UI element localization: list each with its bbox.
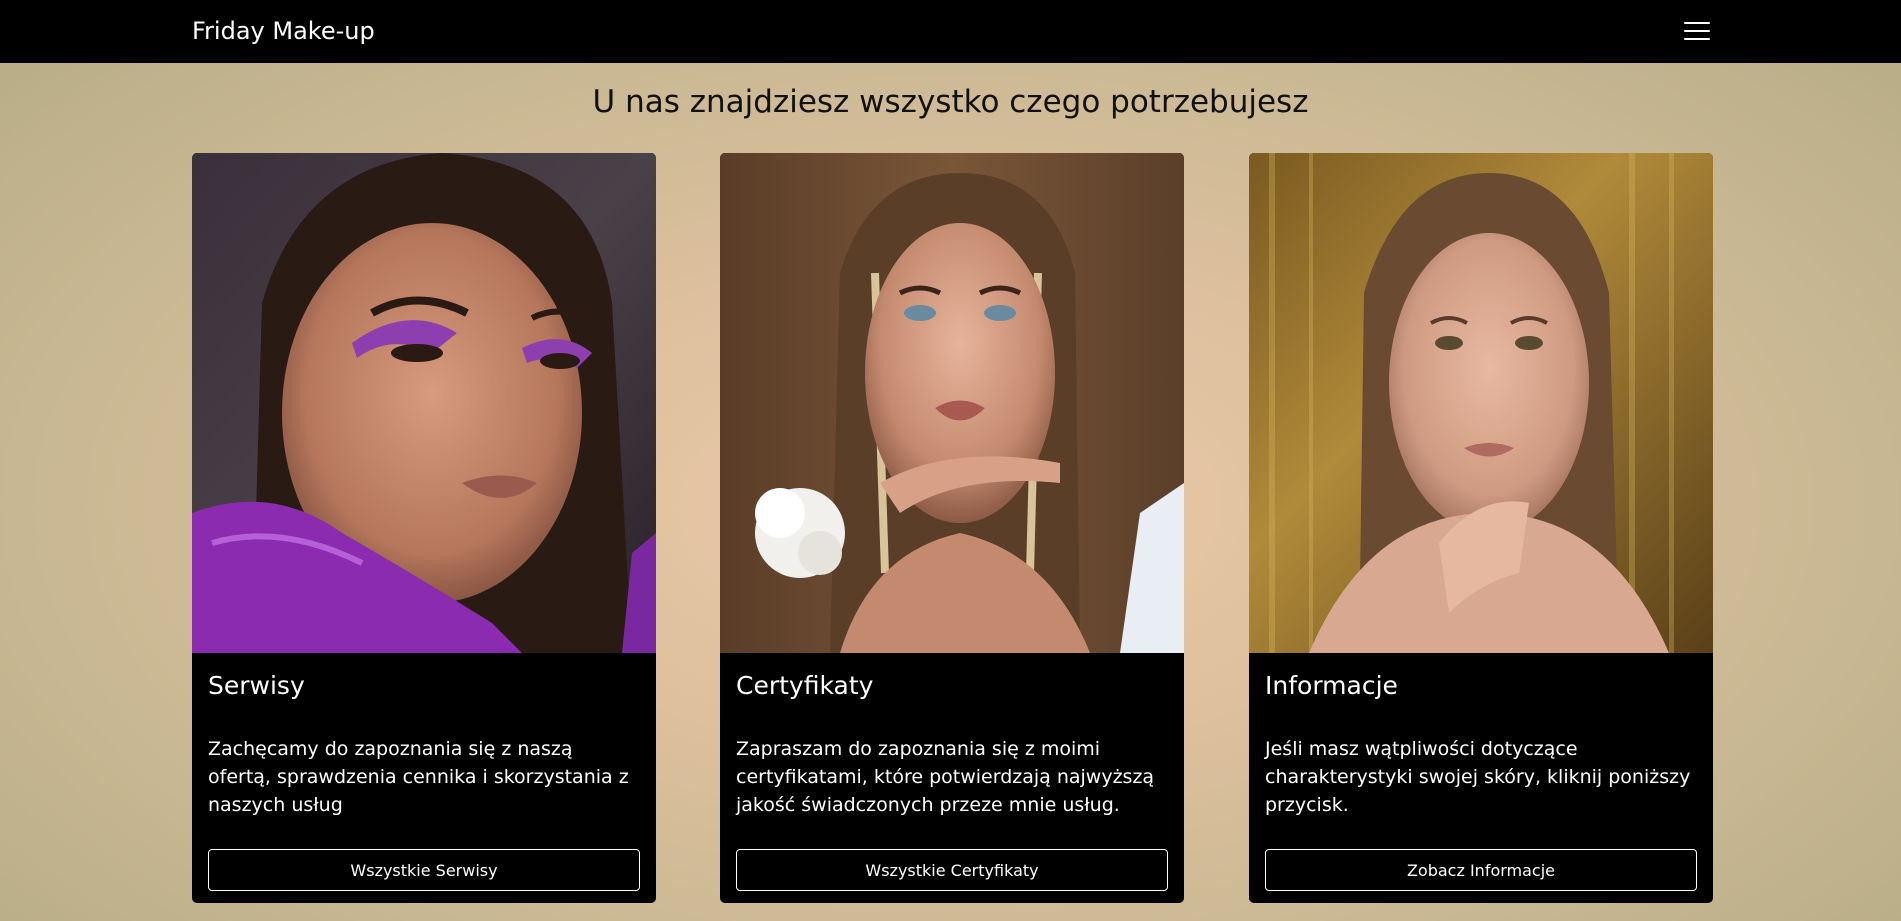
see-information-button[interactable]: Zobacz Informacje — [1265, 849, 1697, 891]
hamburger-menu-icon[interactable] — [1684, 20, 1710, 42]
card-services: Serwisy Zachęcamy do zapoznania się z na… — [192, 153, 656, 903]
card-title: Informacje — [1265, 671, 1398, 700]
all-certificates-button[interactable]: Wszystkie Certyfikaty — [736, 849, 1168, 891]
card-text: Jeśli masz wątpliwości dotyczące charakt… — [1265, 738, 1691, 816]
all-services-button[interactable]: Wszystkie Serwisy — [208, 849, 640, 891]
page-title: U nas znajdziesz wszystko czego potrzebu… — [592, 84, 1309, 120]
card-title: Serwisy — [208, 671, 305, 700]
card-image-information — [1249, 153, 1713, 653]
card-text: Zachęcamy do zapoznania się z naszą ofer… — [208, 738, 629, 816]
card-certificates: Certyfikaty Zapraszam do zapoznania się … — [720, 153, 1184, 903]
card-image-services — [192, 153, 656, 653]
navbar: Friday Make-up — [0, 0, 1901, 63]
card-title: Certyfikaty — [736, 671, 874, 700]
card-text: Zapraszam do zapoznania się z moimi cert… — [736, 738, 1155, 816]
card-information: Informacje Jeśli masz wątpliwości dotycz… — [1249, 153, 1713, 903]
card-image-certificates — [720, 153, 1184, 653]
brand-logo-link[interactable]: Friday Make-up — [192, 14, 375, 48]
